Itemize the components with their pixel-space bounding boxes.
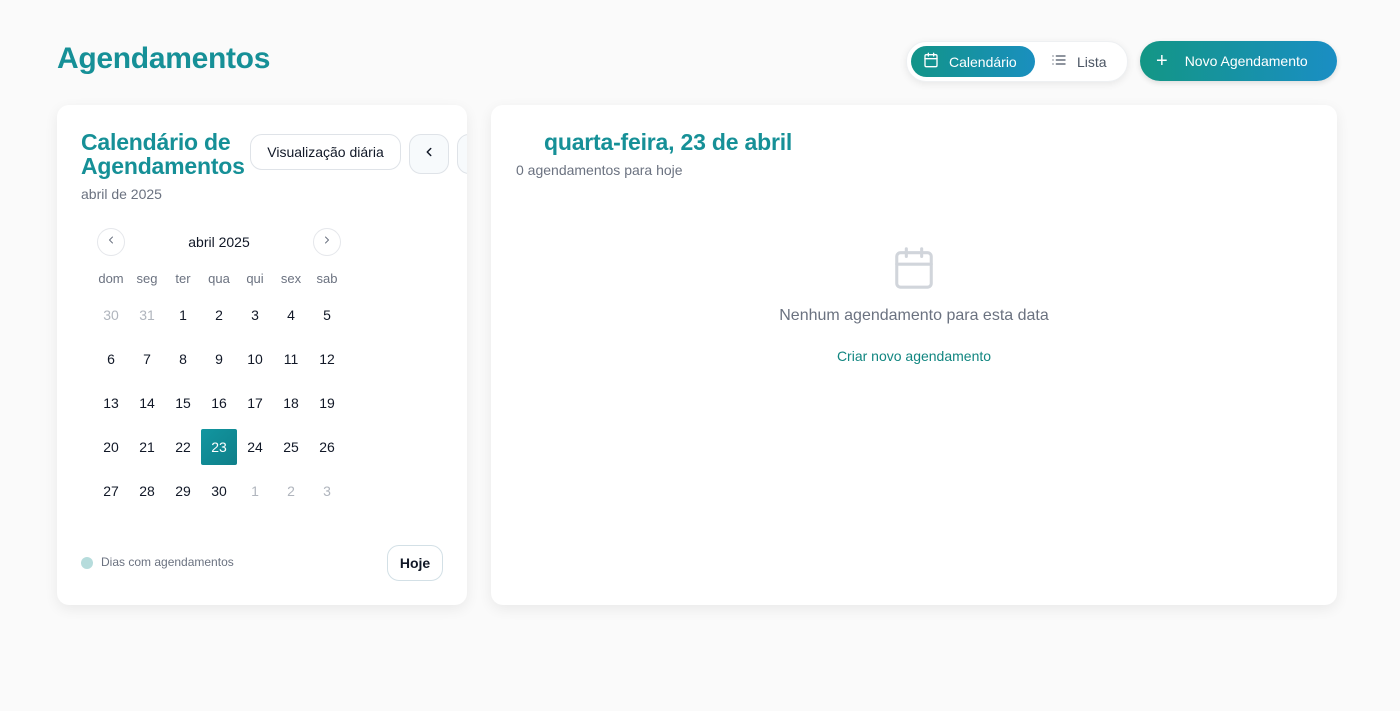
- calendar-day[interactable]: 19: [309, 385, 345, 421]
- list-view-label: Lista: [1077, 53, 1107, 70]
- view-toggle: Calendário Lista: [906, 41, 1128, 82]
- calendar-title-text: Calendário de Agendamentos: [81, 129, 245, 179]
- day-title: quarta-feira, 23 de abril: [544, 129, 793, 155]
- weekday-label: dom: [98, 271, 124, 286]
- calendar-day[interactable]: 1: [165, 297, 201, 333]
- calendar-day[interactable]: 25: [273, 429, 309, 465]
- calendar-day[interactable]: 8: [165, 341, 201, 377]
- list-view-button[interactable]: Lista: [1043, 46, 1125, 77]
- calendar-day[interactable]: 29: [165, 473, 201, 509]
- list-icon: [1051, 52, 1077, 71]
- weekday-label: sab: [316, 271, 338, 286]
- chevron-right-icon: [321, 233, 333, 251]
- calendar-icon: [891, 245, 937, 296]
- calendar-day[interactable]: 9: [201, 341, 237, 377]
- calendar-day[interactable]: 30: [201, 473, 237, 509]
- day-panel: quarta-feira, 23 de abril 0 agendamentos…: [491, 105, 1337, 605]
- calendar-icon: [923, 52, 949, 71]
- today-button[interactable]: Hoje: [387, 545, 443, 581]
- calendar-day[interactable]: 2: [273, 473, 309, 509]
- weekday-label: sex: [280, 271, 302, 286]
- create-appointment-link[interactable]: Criar novo agendamento: [491, 348, 1337, 364]
- weekday-label: seg: [136, 271, 158, 286]
- calendar-day[interactable]: 18: [273, 385, 309, 421]
- chevron-left-icon: [105, 233, 117, 251]
- empty-state-text: Nenhum agendamento para esta data: [779, 307, 1049, 324]
- calendar-day[interactable]: 14: [129, 385, 165, 421]
- calendar-view-label: Calendário: [949, 53, 1017, 70]
- calendar-title: Calendário de Agendamentos: [81, 130, 256, 178]
- calendar-day[interactable]: 4: [273, 297, 309, 333]
- calendar-day[interactable]: 31: [129, 297, 165, 333]
- plus-icon: +: [1156, 50, 1168, 72]
- calendar-day[interactable]: 21: [129, 429, 165, 465]
- calendar-day[interactable]: 26: [309, 429, 345, 465]
- calendar-day[interactable]: 28: [129, 473, 165, 509]
- weekday-label: ter: [175, 271, 191, 286]
- calendar-day[interactable]: 12: [309, 341, 345, 377]
- legend-label: Dias com agendamentos: [101, 555, 234, 569]
- new-appointment-button[interactable]: + Novo Agendamento: [1140, 41, 1337, 81]
- calendar-day[interactable]: 7: [129, 341, 165, 377]
- weekday-label: qua: [208, 271, 230, 286]
- calendar-day[interactable]: 16: [201, 385, 237, 421]
- new-appointment-label: Novo Agendamento: [1184, 53, 1308, 69]
- calendar-day[interactable]: 20: [93, 429, 129, 465]
- calendar-day[interactable]: 13: [93, 385, 129, 421]
- legend-dot: [81, 557, 93, 569]
- calendar-day[interactable]: 3: [309, 473, 345, 509]
- month-label: abril 2025: [188, 234, 250, 250]
- calendar-subtitle: abril de 2025: [81, 186, 162, 202]
- next-button[interactable]: [457, 134, 467, 174]
- previous-button[interactable]: [409, 134, 449, 174]
- calendar-day[interactable]: 3: [237, 297, 273, 333]
- calendar-day[interactable]: 15: [165, 385, 201, 421]
- calendar-day[interactable]: 23: [201, 429, 237, 465]
- calendar-day[interactable]: 6: [93, 341, 129, 377]
- day-subtitle: 0 agendamentos para hoje: [516, 162, 683, 178]
- page-title: Agendamentos: [57, 42, 271, 75]
- month-next-button[interactable]: [313, 228, 341, 256]
- calendar-card: Calendário de Agendamentos abril de 2025…: [57, 105, 467, 605]
- weekday-label: qui: [246, 271, 264, 286]
- calendar-day[interactable]: 11: [273, 341, 309, 377]
- calendar-day[interactable]: 27: [93, 473, 129, 509]
- calendar-day[interactable]: 10: [237, 341, 273, 377]
- calendar-day[interactable]: 5: [309, 297, 345, 333]
- chevron-left-icon: [422, 145, 436, 164]
- calendar-day[interactable]: 30: [93, 297, 129, 333]
- calendar-view-button[interactable]: Calendário: [911, 46, 1035, 77]
- calendar-day[interactable]: 2: [201, 297, 237, 333]
- calendar-day[interactable]: 17: [237, 385, 273, 421]
- calendar-day[interactable]: 22: [165, 429, 201, 465]
- calendar-day[interactable]: 1: [237, 473, 273, 509]
- daily-view-button[interactable]: Visualização diária: [250, 134, 401, 170]
- calendar-day[interactable]: 24: [237, 429, 273, 465]
